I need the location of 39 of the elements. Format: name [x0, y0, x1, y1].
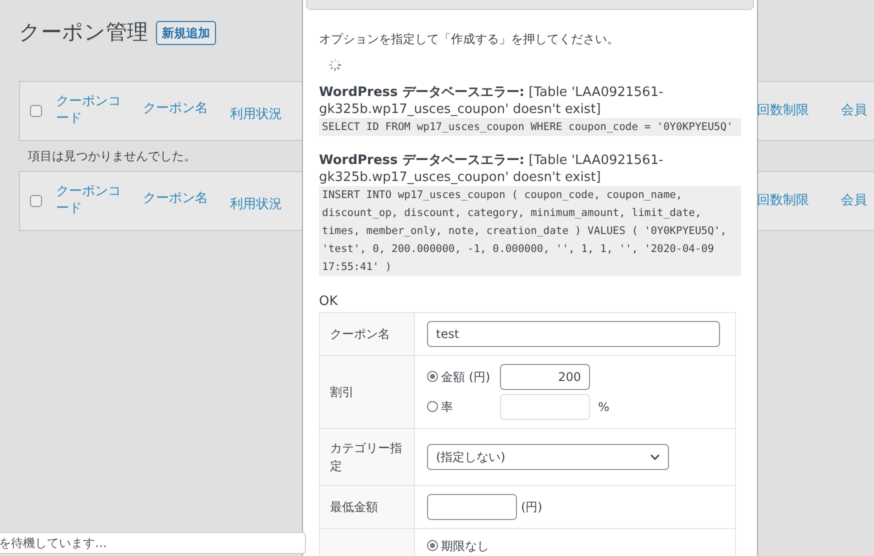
- column-header-link[interactable]: 回数制限: [757, 193, 809, 208]
- field-label: カテゴリー指定: [320, 428, 415, 484]
- sql-query-text: INSERT INTO wp17_usces_coupon ( coupon_code, coupon_name, discount_op, discount, category, minimum_amount, limit_date, times, member_only, note, creation_date ) VALUES ( '0Y0KPYEU5Q', 'test', 0, 200.000000, -1, 0.000000, '', 1, 1, '', '2020-04-09 17:55:41' ): [319, 186, 741, 276]
- column-header-link[interactable]: 会員: [841, 103, 867, 118]
- chevron-down-icon: [650, 454, 660, 460]
- column-header-link[interactable]: 利用状況: [230, 197, 282, 212]
- column-header-link[interactable]: 会員: [841, 193, 867, 208]
- radio-option[interactable]: 率: [427, 398, 492, 416]
- result-text: OK: [319, 293, 339, 311]
- number-field[interactable]: [500, 394, 590, 420]
- instruction-text: オプションを指定して「作成する」を押してください。: [319, 31, 620, 48]
- status-bar: を待機しています…: [0, 532, 306, 554]
- empty-message: 項目は見つかりませんでした。: [28, 148, 196, 166]
- select-all-checkbox[interactable]: [30, 195, 42, 208]
- sql-query-text: SELECT ID FROM wp17_usces_coupon WHERE coupon_code = '0Y0KPYEU5Q': [319, 118, 741, 136]
- field-label: 最低金額: [320, 486, 415, 528]
- column-header-link[interactable]: クーポンコード: [56, 183, 126, 218]
- text-field[interactable]: test: [427, 320, 720, 346]
- error-message: WordPress データベースエラー: [Table 'LAA0921561-gk325b.wp17_usces_coupon' doesn't exist]: [319, 152, 664, 186]
- column-header-link[interactable]: クーポン名: [143, 101, 208, 116]
- unit-label: (円): [521, 498, 542, 516]
- select-value: (指定しない): [436, 448, 506, 466]
- column-header-link[interactable]: クーポン名: [143, 191, 208, 206]
- select-all-checkbox[interactable]: [30, 105, 42, 118]
- column-header-link[interactable]: クーポンコード: [56, 93, 126, 128]
- column-header-link[interactable]: 回数制限: [757, 103, 809, 118]
- radio-option[interactable]: 金額 (円): [427, 368, 492, 386]
- category-select[interactable]: (指定しない): [427, 444, 669, 470]
- add-new-button[interactable]: 新規追加: [156, 20, 216, 45]
- page-title: クーポン管理: [19, 20, 148, 46]
- loading-spinner-icon: [328, 58, 342, 72]
- field-label: クーポン名: [320, 312, 415, 354]
- unit-label: %: [598, 398, 610, 416]
- column-header-link[interactable]: 利用状況: [230, 107, 282, 122]
- radio-option[interactable]: 期限なし: [427, 536, 492, 554]
- field-label: 割引: [320, 356, 415, 428]
- amount-field[interactable]: [427, 494, 517, 520]
- error-message: WordPress データベースエラー: [Table 'LAA0921561-gk325b.wp17_usces_coupon' doesn't exist]: [319, 84, 664, 118]
- number-field[interactable]: 200: [500, 364, 590, 390]
